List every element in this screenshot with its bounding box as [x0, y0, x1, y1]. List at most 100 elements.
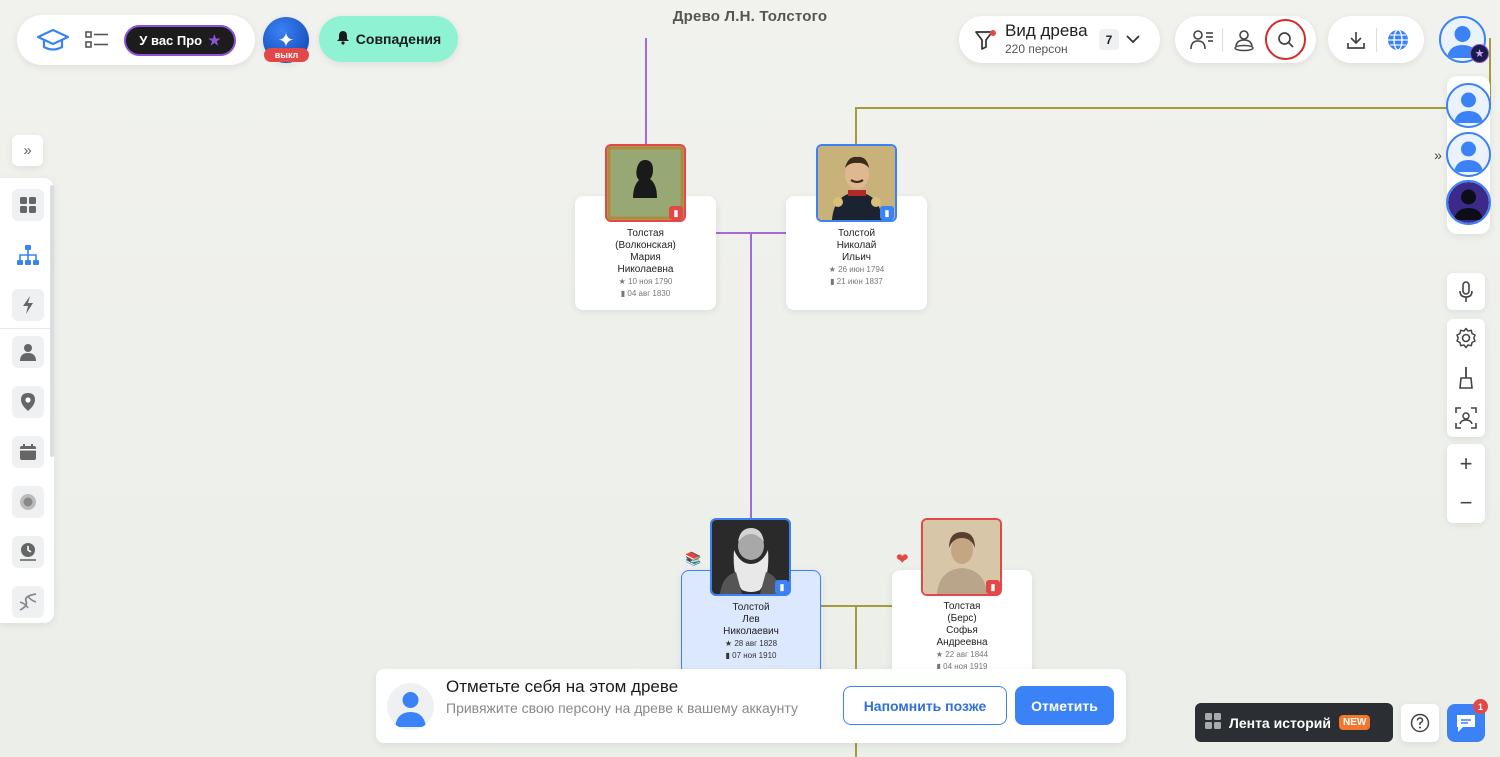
person-icon[interactable]: [12, 336, 44, 368]
list-icon[interactable]: [84, 27, 110, 53]
dna-icon[interactable]: [12, 586, 44, 618]
map-pin-icon[interactable]: [12, 386, 44, 418]
birth-date: ★ 10 ноя 1790: [575, 276, 716, 288]
male-tag-icon: ▮: [880, 206, 894, 220]
star-icon: ★: [828, 265, 839, 274]
sidebar-scrollbar[interactable]: [50, 185, 54, 457]
microphone-button[interactable]: [1447, 273, 1485, 310]
banner-text: Привяжите свою персону на древе к вашему…: [446, 700, 798, 716]
star-icon: ★: [724, 639, 735, 648]
tools-divider: [1222, 28, 1223, 52]
calendar-icon[interactable]: [12, 436, 44, 468]
person-name-line: (Волконская): [615, 240, 676, 251]
relative-avatar-2[interactable]: [1446, 132, 1491, 177]
chat-unread-badge: 1: [1473, 699, 1488, 714]
person-name-line: Николай: [836, 240, 877, 251]
death-date: ▮ 21 июн 1837: [786, 276, 927, 288]
microphone-icon: [1459, 280, 1473, 302]
lightning-icon[interactable]: [12, 289, 44, 321]
birth-date: ★ 22 авг 1844: [892, 649, 1032, 661]
record-icon[interactable]: [12, 486, 44, 518]
banner-title: Отметьте себя на этом древе: [446, 677, 679, 696]
person-list-icon[interactable]: [1188, 26, 1216, 54]
mark-button[interactable]: Отметить: [1015, 686, 1114, 725]
matches-button[interactable]: Совпадения: [319, 16, 458, 62]
birth-date-text: 26 июн 1794: [838, 265, 885, 274]
timeline-icon[interactable]: [12, 536, 44, 568]
chevron-down-icon[interactable]: [1124, 29, 1142, 49]
tree-line-top-olive-v: [855, 107, 857, 147]
death-date-text: 07 ноя 1910: [732, 651, 777, 660]
books-icon: 📚: [685, 551, 702, 566]
female-tag-icon: ▮: [669, 206, 683, 220]
matches-label: Совпадения: [355, 31, 442, 47]
download-icon[interactable]: [1342, 26, 1370, 54]
person-location-icon[interactable]: [1230, 26, 1258, 54]
globe-icon[interactable]: [1384, 26, 1412, 54]
tree-line-parents: [716, 232, 788, 234]
tools2-divider: [1376, 28, 1377, 52]
death-date-text: 04 авг 1830: [627, 289, 671, 298]
birth-date: ★ 26 июн 1794: [786, 264, 927, 276]
gear-icon[interactable]: [1452, 324, 1480, 352]
pro-status-label: У вас Про: [139, 33, 203, 48]
person-name-line: Софья: [946, 625, 978, 636]
star-icon: ★: [935, 650, 946, 659]
person-name-line: Николаевна: [617, 264, 674, 275]
birth-date: ★ 28 авг 1828: [682, 638, 820, 650]
person-name-line: Ильич: [841, 252, 872, 263]
tree-line-child-v: [750, 232, 752, 520]
pro-star-icon: ★: [1470, 44, 1489, 63]
expand-sidebar-button[interactable]: »: [12, 135, 43, 166]
female-tag-icon: ▮: [986, 580, 1000, 594]
person-name-line: Толстой: [732, 602, 770, 613]
male-tag-icon: ▮: [775, 580, 789, 594]
person-name-line: Лев: [742, 614, 760, 625]
ai-toggle-state-badge: выкл: [264, 48, 309, 62]
relative-avatar-3[interactable]: [1446, 180, 1491, 225]
stories-feed-button[interactable]: Лента историй NEW: [1195, 703, 1393, 742]
search-highlight-ring: [1265, 19, 1306, 60]
person-count: 220 персон: [1005, 42, 1068, 56]
person-name-line: (Берс): [947, 613, 977, 624]
star-icon: ★: [618, 277, 629, 286]
zoom-in-icon[interactable]: +: [1452, 450, 1480, 478]
tree-line-top-purple: [645, 38, 647, 146]
star-icon: ★: [208, 32, 221, 48]
graduation-cap-icon[interactable]: [35, 25, 71, 55]
death-date: ▮ 07 ноя 1910: [682, 650, 820, 662]
person-name-line: Толстой: [837, 228, 876, 239]
bell-icon: [336, 30, 350, 48]
brush-icon[interactable]: [1452, 364, 1480, 392]
person-name-line: Мария: [630, 252, 661, 263]
person-name-line: Николаевич: [723, 626, 779, 637]
chat-icon: [1457, 715, 1475, 732]
pro-status-badge[interactable]: У вас Про ★: [124, 25, 236, 56]
birth-date-text: 22 авг 1844: [945, 650, 989, 659]
help-button[interactable]: [1401, 704, 1439, 742]
zoom-out-icon[interactable]: −: [1452, 489, 1480, 517]
person-name-line: Андреевна: [936, 637, 988, 648]
death-date-text: 21 июн 1837: [836, 277, 883, 286]
filter-icon: [972, 27, 998, 53]
family-tree-icon[interactable]: [12, 239, 44, 271]
person-name-line: Толстая: [943, 601, 981, 612]
grid-icon: [1205, 713, 1221, 732]
expand-strip-icon[interactable]: »: [1430, 143, 1446, 167]
tree-view-title: Вид древа: [1005, 21, 1088, 40]
stories-label: Лента историй: [1229, 714, 1331, 731]
birth-date-text: 10 ноя 1790: [628, 277, 673, 286]
banner-avatar: [387, 683, 434, 730]
heart-icon: ❤: [896, 551, 909, 568]
birth-date-text: 28 авг 1828: [734, 639, 778, 648]
death-date: ▮ 04 авг 1830: [575, 288, 716, 300]
person-name-line: Толстая: [627, 228, 664, 239]
relative-avatar-1[interactable]: [1446, 83, 1491, 128]
candle-icon: ▮: [830, 277, 837, 286]
sidebar-divider: [0, 328, 54, 329]
dashboard-icon[interactable]: [12, 189, 44, 221]
question-icon: [1410, 713, 1430, 733]
focus-person-icon[interactable]: [1452, 404, 1480, 432]
remind-later-button[interactable]: Напомнить позже: [843, 686, 1007, 725]
new-badge: NEW: [1338, 715, 1371, 730]
